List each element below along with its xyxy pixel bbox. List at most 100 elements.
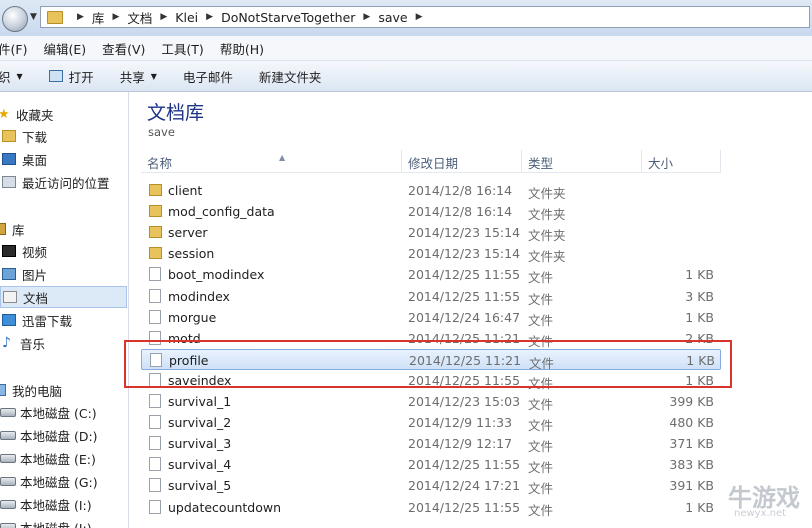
file-row[interactable]: mod_config_data 2014/12/8 16:14 文件夹 [141, 201, 721, 222]
nav-libraries-label: 库 [12, 222, 25, 238]
email-button[interactable]: 电子邮件 [183, 67, 233, 86]
chevron-right-icon[interactable]: ▶ [416, 12, 423, 22]
nav-video-label: 视频 [22, 244, 48, 260]
chevron-right-icon[interactable]: ▶ [77, 12, 84, 22]
share-button[interactable]: 共享 ▼ [120, 67, 157, 86]
drive-icon [0, 476, 16, 486]
drive-icon [0, 430, 16, 440]
file-modified-date: 2014/12/23 15:14 [408, 225, 521, 241]
column-divider[interactable] [401, 150, 402, 172]
watermark-url: newyx.net [734, 508, 787, 519]
open-button[interactable]: 打开 [48, 67, 94, 86]
menu-tools[interactable]: 工具(T) [161, 39, 203, 58]
file-list-pane: 文档库 save ▲ 名称 修改日期 类型 大小 client 2014/12/8… [129, 92, 812, 528]
file-row[interactable]: updatecountdown 2014/12/25 11:55 文件 1 KB [141, 497, 721, 518]
nav-downloads[interactable]: 下载 [0, 125, 127, 147]
nav-drive-i-label: 本地磁盘 (I:) [20, 497, 92, 513]
nav-xunlei-downloads[interactable]: 迅雷下载 [0, 309, 127, 331]
file-name: survival_4 [168, 457, 232, 473]
menu-help[interactable]: 帮助(H) [220, 39, 264, 58]
address-bar-area: ▼ ▶ 库 ▶ 文档 ▶ Klei ▶ DoNotStarveTogether … [0, 0, 812, 36]
nav-pictures[interactable]: 图片 [0, 263, 127, 285]
nav-recent-places[interactable]: 最近访问的位置 [0, 171, 127, 193]
nav-desktop[interactable]: 桌面 [0, 148, 127, 170]
breadcrumb: ▶ 库 ▶ 文档 ▶ Klei ▶ DoNotStarveTogether ▶ … [69, 8, 431, 27]
file-icon [149, 499, 161, 514]
breadcrumb-klei[interactable]: Klei [175, 10, 198, 25]
file-row[interactable]: survival_2 2014/12/9 11:33 文件 480 KB [141, 412, 721, 433]
column-header-name[interactable]: 名称 [147, 153, 172, 172]
computer-icon [0, 384, 6, 396]
folder-icon [149, 184, 162, 196]
library-title: 文档库 [147, 102, 205, 124]
nav-drive-g[interactable]: 本地磁盘 (G:) [0, 470, 127, 492]
email-label: 电子邮件 [182, 69, 233, 85]
nav-drive-g-label: 本地磁盘 (G:) [20, 474, 98, 490]
nav-drive-d[interactable]: 本地磁盘 (D:) [0, 424, 127, 446]
file-row[interactable]: survival_4 2014/12/25 11:55 文件 383 KB [141, 454, 721, 475]
chevron-down-icon: ▼ [150, 71, 157, 81]
breadcrumb-dontstarvetogether[interactable]: DoNotStarveTogether [221, 10, 355, 25]
nav-drive-i[interactable]: 本地磁盘 (I:) [0, 493, 127, 515]
file-row[interactable]: client 2014/12/8 16:14 文件夹 [141, 180, 721, 201]
file-modified-date: 2014/12/25 11:55 [408, 267, 521, 283]
breadcrumb-documents[interactable]: 文档 [127, 8, 152, 27]
back-button[interactable] [2, 6, 28, 32]
file-row[interactable]: modindex 2014/12/25 11:55 文件 3 KB [141, 286, 721, 307]
open-label: 打开 [68, 69, 94, 85]
column-header-size[interactable]: 大小 [648, 153, 673, 172]
nav-drive-e[interactable]: 本地磁盘 (E:) [0, 447, 127, 469]
file-modified-date: 2014/12/8 16:14 [408, 204, 513, 220]
nav-libraries[interactable]: 库 [0, 218, 127, 240]
chevron-right-icon[interactable]: ▶ [160, 12, 167, 22]
sort-ascending-icon: ▲ [279, 153, 286, 162]
new-folder-button[interactable]: 新建文件夹 [259, 67, 322, 86]
nav-drive-c-label: 本地磁盘 (C:) [20, 405, 97, 421]
column-divider[interactable] [641, 150, 642, 172]
file-type: 文件 [528, 481, 554, 497]
nav-documents[interactable]: 文档 [0, 286, 127, 308]
file-modified-date: 2014/12/9 12:17 [408, 436, 513, 452]
menu-edit[interactable]: 编辑(E) [43, 39, 86, 58]
file-row[interactable]: morgue 2014/12/24 16:47 文件 1 KB [141, 307, 721, 328]
column-header-type[interactable]: 类型 [528, 153, 553, 172]
library-icon [0, 223, 6, 235]
drive-icon [0, 499, 16, 509]
chevron-right-icon[interactable]: ▶ [363, 12, 370, 22]
file-row[interactable]: survival_5 2014/12/24 17:21 文件 391 KB [141, 475, 721, 496]
star-icon: ★ [0, 107, 12, 122]
column-header-date[interactable]: 修改日期 [408, 153, 458, 172]
menu-file[interactable]: 件(F) [0, 39, 27, 58]
address-field[interactable]: ▶ 库 ▶ 文档 ▶ Klei ▶ DoNotStarveTogether ▶ … [40, 6, 810, 28]
file-modified-date: 2014/12/9 11:33 [408, 415, 513, 431]
new-folder-label: 新建文件夹 [258, 69, 322, 85]
file-row[interactable]: session 2014/12/23 15:14 文件夹 [141, 243, 721, 264]
nav-drive-c[interactable]: 本地磁盘 (C:) [0, 401, 127, 423]
file-icon [149, 478, 161, 493]
file-row[interactable]: server 2014/12/23 15:14 文件夹 [141, 222, 721, 243]
breadcrumb-library[interactable]: 库 [92, 8, 105, 27]
file-row[interactable]: survival_1 2014/12/23 15:03 文件 399 KB [141, 391, 721, 412]
download-folder-icon [2, 130, 16, 142]
chevron-down-icon: ▼ [16, 71, 23, 81]
nav-drive-d-label: 本地磁盘 (D:) [20, 428, 98, 444]
desktop-icon [2, 153, 16, 165]
nav-drive-j[interactable]: 本地磁盘 (J:) [0, 516, 127, 528]
recent-pages-dropdown-icon[interactable]: ▼ [30, 12, 37, 22]
file-size: 371 KB [669, 436, 714, 452]
nav-favorites[interactable]: ★ 收藏夹 [0, 103, 127, 125]
file-row[interactable]: boot_modindex 2014/12/25 11:55 文件 1 KB [141, 264, 721, 285]
column-divider[interactable] [521, 150, 522, 172]
file-row[interactable]: survival_3 2014/12/9 12:17 文件 371 KB [141, 433, 721, 454]
breadcrumb-save[interactable]: save [378, 10, 407, 25]
nav-computer[interactable]: 我的电脑 [0, 379, 127, 401]
organize-button[interactable]: 织 ▼ [0, 67, 23, 86]
chevron-right-icon[interactable]: ▶ [112, 12, 119, 22]
nav-music[interactable]: ♪ 音乐 [0, 332, 127, 354]
chevron-right-icon[interactable]: ▶ [206, 12, 213, 22]
nav-video[interactable]: 视频 [0, 240, 127, 262]
file-modified-date: 2014/12/25 11:55 [408, 457, 521, 473]
organize-label: 织 [0, 69, 11, 85]
menu-view[interactable]: 查看(V) [102, 39, 145, 58]
column-divider[interactable] [720, 150, 721, 172]
